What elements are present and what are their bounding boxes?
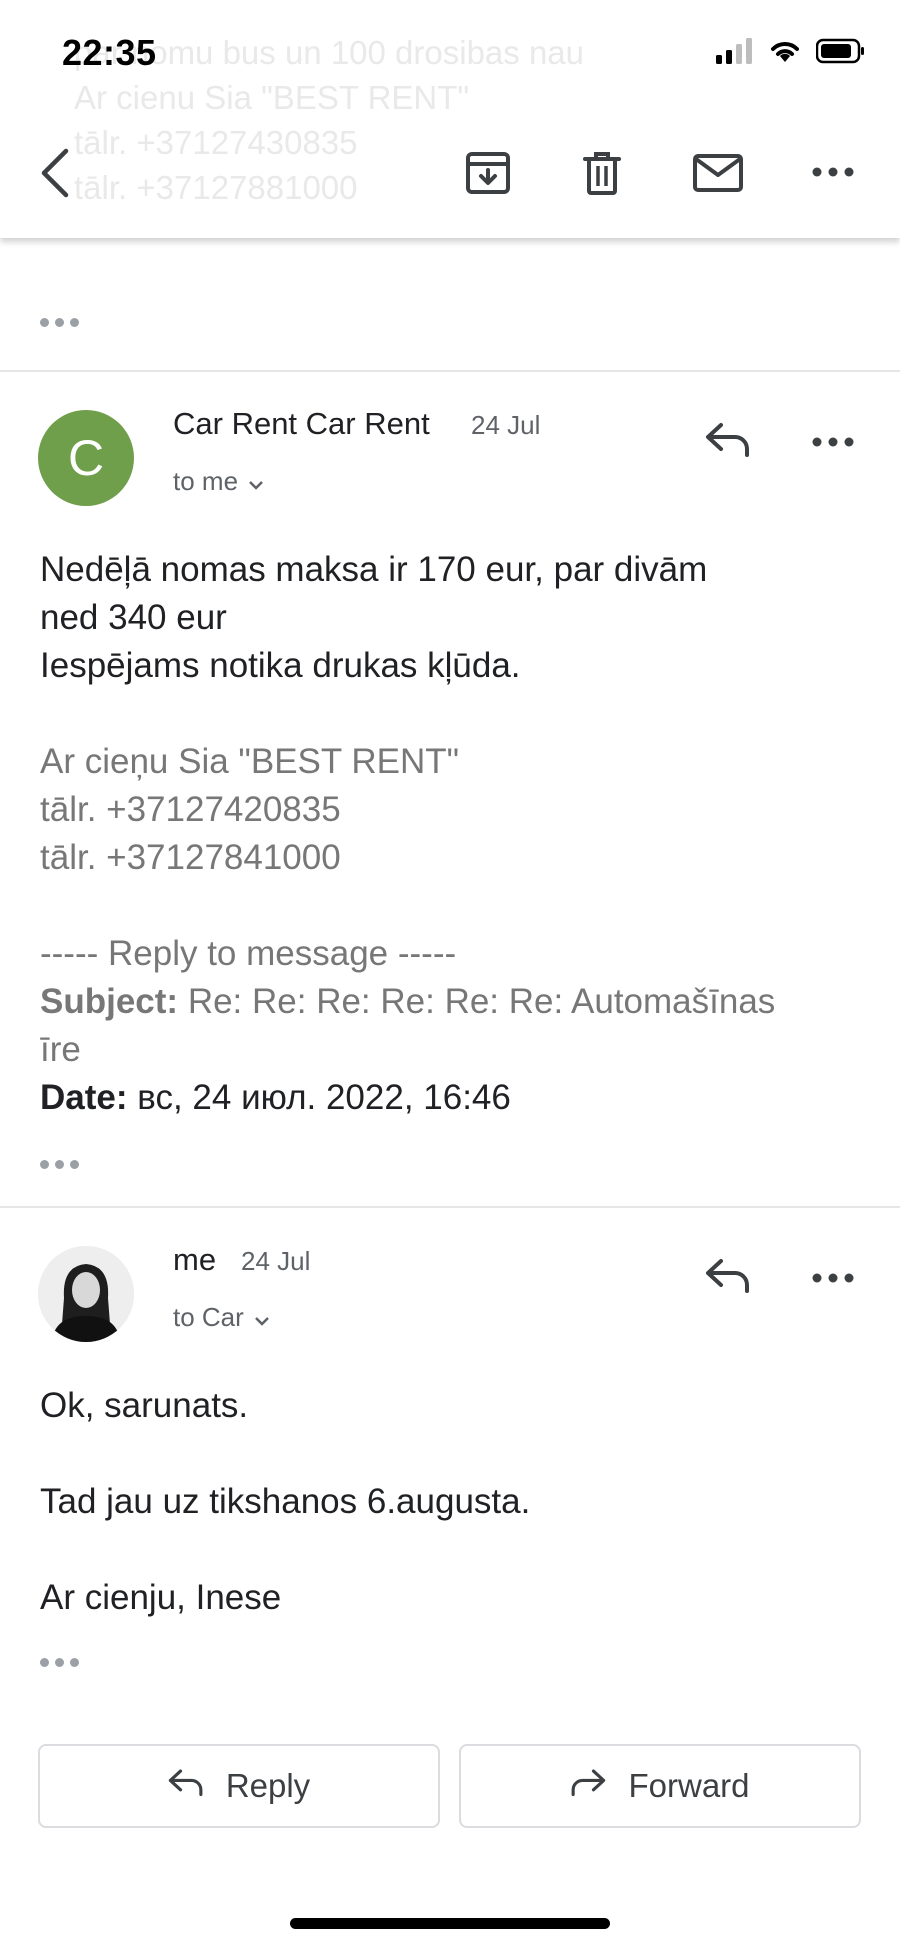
reply-label: Reply bbox=[225, 1767, 311, 1804]
trash-icon bbox=[582, 150, 622, 201]
forward-action-button[interactable]: Forward bbox=[459, 1744, 861, 1828]
message-body: Nedēļā nomas maksa ir 170 eur, par divām… bbox=[40, 546, 870, 1122]
reply-button[interactable] bbox=[700, 1252, 756, 1302]
reply-icon bbox=[705, 1256, 751, 1299]
chevron-left-icon bbox=[38, 148, 72, 203]
delete-button[interactable] bbox=[576, 148, 628, 202]
show-quoted-text-button[interactable] bbox=[40, 1160, 79, 1169]
signature: Ar cieņu Sia "BEST RENT" tālr. +37127420… bbox=[40, 742, 460, 877]
divider bbox=[0, 370, 900, 372]
show-trimmed-content-button[interactable] bbox=[40, 318, 79, 327]
reply-icon bbox=[168, 1767, 204, 1805]
more-horizontal-icon bbox=[812, 1270, 854, 1288]
reply-button[interactable] bbox=[700, 416, 756, 466]
message-body: Ok, sarunats. Tad jau uz tikshanos 6.aug… bbox=[40, 1386, 531, 1617]
email-toolbar bbox=[0, 0, 900, 238]
mail-icon bbox=[692, 153, 744, 198]
show-quoted-text-button[interactable] bbox=[40, 1658, 79, 1667]
recipient-details-toggle[interactable]: to Car bbox=[173, 1302, 270, 1333]
sender-name: me bbox=[173, 1242, 217, 1277]
home-indicator[interactable] bbox=[290, 1918, 610, 1929]
back-button[interactable] bbox=[30, 140, 80, 210]
more-horizontal-icon bbox=[812, 434, 854, 452]
reply-action-button[interactable]: Reply bbox=[38, 1744, 440, 1828]
recipient-label: to Car bbox=[173, 1302, 244, 1332]
avatar: C bbox=[38, 410, 134, 506]
recipient-label: to me bbox=[173, 466, 239, 496]
message-more-button[interactable] bbox=[808, 1264, 858, 1294]
divider bbox=[0, 1206, 900, 1208]
chevron-down-icon bbox=[254, 1302, 270, 1333]
more-options-button[interactable] bbox=[808, 158, 858, 188]
sender-name: Car Rent Car Rent bbox=[173, 406, 430, 441]
archive-icon bbox=[465, 150, 511, 201]
reply-icon bbox=[705, 420, 751, 463]
message-more-button[interactable] bbox=[808, 428, 858, 458]
avatar bbox=[38, 1246, 134, 1342]
message-date: 24 Jul bbox=[471, 410, 541, 440]
mark-unread-button[interactable] bbox=[690, 150, 746, 200]
recipient-details-toggle[interactable]: to me bbox=[173, 466, 264, 497]
message-date: 24 Jul bbox=[241, 1246, 311, 1276]
forward-label: Forward bbox=[628, 1767, 750, 1804]
quoted-header: ----- Reply to message ----- Subject: Re… bbox=[40, 934, 776, 1069]
more-horizontal-icon bbox=[812, 164, 854, 182]
archive-button[interactable] bbox=[460, 148, 516, 202]
forward-icon bbox=[570, 1767, 606, 1805]
chevron-down-icon bbox=[248, 466, 264, 497]
